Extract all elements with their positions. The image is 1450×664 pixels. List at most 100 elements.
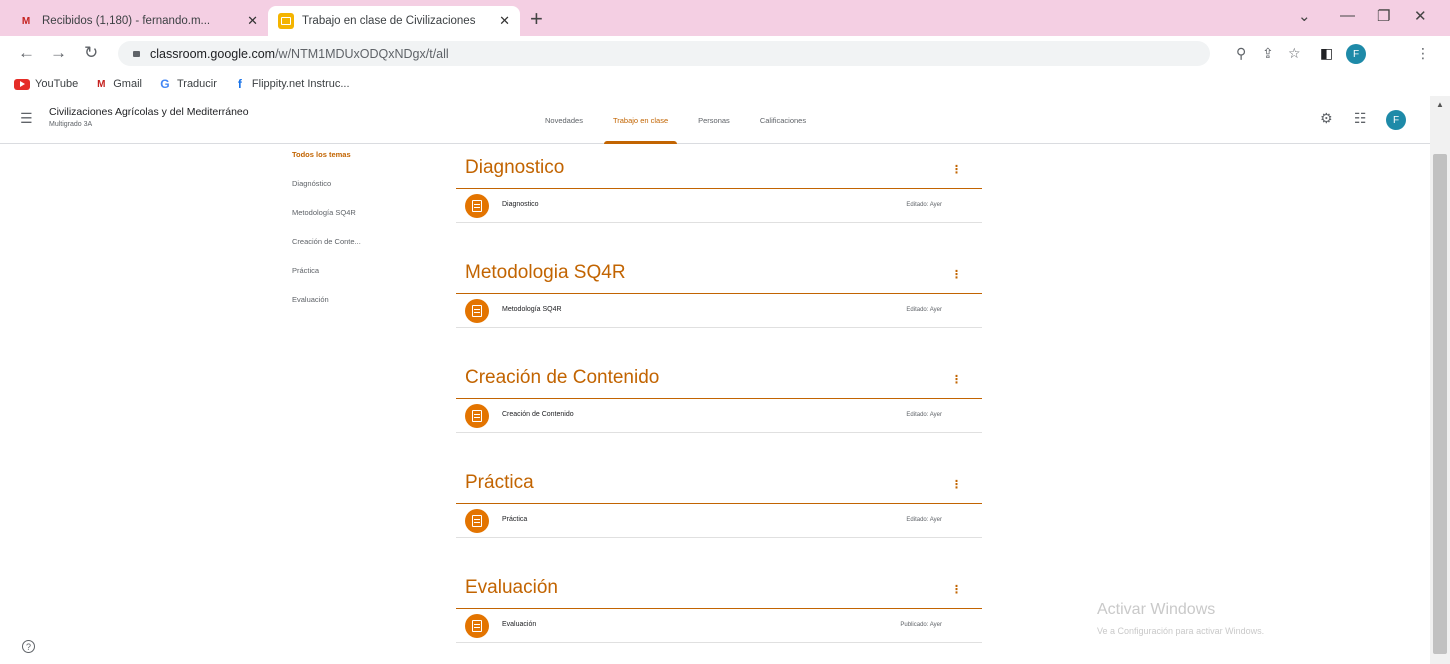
flippity-icon: f [237,77,242,91]
item-status: Editado: Ayer [906,307,942,313]
bookmark-label: Gmail [113,78,142,90]
material-icon [465,614,489,638]
classwork-item[interactable]: Metodología SQ4R Editado: Ayer [456,294,982,328]
tab-title: Trabajo en clase de Civilizaciones [302,15,476,27]
topic-section: Diagnostico ⋮ Diagnostico Editado: Ayer [456,153,982,223]
browser-tab-strip: M Recibidos (1,180) - fernando.m... ✕ Tr… [0,0,1450,36]
tab-calificaciones[interactable]: Calificaciones [745,96,821,144]
classwork-item[interactable]: Evaluación Publicado: Ayer [456,609,982,643]
tab-personas[interactable]: Personas [683,96,745,144]
windows-activation-subtitle: Ve a Configuración para activar Windows. [1097,626,1265,636]
topic-section: Metodologia SQ4R ⋮ Metodología SQ4R Edit… [456,258,982,328]
topic-nav-diagnostico[interactable]: Diagnóstico [292,179,361,208]
apps-grid-icon[interactable]: ☷ [1354,110,1367,127]
topic-section: Práctica ⋮ Práctica Editado: Ayer [456,468,982,538]
tab-title: Recibidos (1,180) - fernando.m... [42,15,211,27]
topic-title[interactable]: Creación de Contenido [465,367,659,389]
item-title: Diagnostico [502,201,539,208]
google-translate-icon: G [160,77,170,91]
topic-nav-metodologia[interactable]: Metodología SQ4R [292,208,361,237]
class-name[interactable]: Civilizaciones Agrícolas y del Mediterrá… [49,106,249,118]
topic-nav-creacion[interactable]: Creación de Conte... [292,237,361,266]
classroom-icon [278,13,294,29]
bookmark-youtube[interactable]: YouTube [14,78,78,90]
classwork-item[interactable]: Diagnostico Editado: Ayer [456,189,982,223]
bookmark-label: Flippity.net Instruc... [251,78,350,90]
close-window-icon[interactable]: ✕ [1414,7,1427,25]
topic-section: Evaluación ⋮ Evaluación Publicado: Ayer [456,573,982,643]
classwork-item[interactable]: Práctica Editado: Ayer [456,504,982,538]
topic-nav-evaluacion[interactable]: Evaluación [292,295,361,324]
material-icon [465,404,489,428]
windows-activation-title: Activar Windows [1097,601,1216,618]
side-panel-icon[interactable]: ◧ [1320,45,1333,62]
help-icon[interactable]: ? [22,640,35,653]
topic-nav-all[interactable]: Todos los temas [292,150,361,179]
scroll-thumb[interactable] [1433,154,1447,654]
user-avatar[interactable]: F [1386,110,1406,130]
bookmark-gmail[interactable]: M Gmail [94,77,142,91]
item-status: Editado: Ayer [906,412,942,418]
topic-header: Diagnostico ⋮ [456,153,982,189]
material-icon [465,194,489,218]
topic-title[interactable]: Evaluación [465,577,558,599]
more-options-icon[interactable]: ⋮ [951,268,962,281]
topic-section: Creación de Contenido ⋮ Creación de Cont… [456,363,982,433]
url-path: /w/NTM1MDUxODQxNDgx/t/all [275,46,449,61]
class-section: Multigrado 3A [49,121,93,128]
bookmark-traducir[interactable]: G Traducir [158,77,217,91]
topic-nav-practica[interactable]: Práctica [292,266,361,295]
tab-novedades[interactable]: Novedades [530,96,598,144]
topic-header: Evaluación ⋮ [456,573,982,609]
more-options-icon[interactable]: ⋮ [951,373,962,386]
class-nav-tabs: Novedades Trabajo en clase Personas Cali… [530,96,821,144]
browser-tab-gmail[interactable]: M Recibidos (1,180) - fernando.m... ✕ [8,6,268,36]
bookmark-star-icon[interactable]: ☆ [1288,45,1301,62]
close-tab-icon[interactable]: ✕ [247,13,258,29]
classroom-header: ☰ Civilizaciones Agrícolas y del Mediter… [0,96,1430,144]
topic-title[interactable]: Metodologia SQ4R [465,262,626,284]
page-scrollbar[interactable]: ▲ [1430,96,1450,664]
classwork-item[interactable]: Creación de Contenido Editado: Ayer [456,399,982,433]
topic-title[interactable]: Práctica [465,472,534,494]
bookmark-label: YouTube [35,78,79,90]
browser-menu-icon[interactable]: ⋮ [1416,45,1430,62]
bookmarks-bar: YouTube M Gmail G Traducir f Flippity.ne… [0,72,1450,96]
forward-icon[interactable]: → [50,44,67,62]
bookmark-flippity[interactable]: f Flippity.net Instruc... [233,77,350,91]
tab-search-icon[interactable]: ⌄ [1298,7,1311,25]
tab-trabajo-en-clase[interactable]: Trabajo en clase [598,96,683,144]
main-menu-icon[interactable]: ☰ [20,110,33,127]
item-title: Práctica [502,516,528,523]
material-icon [465,299,489,323]
zoom-icon[interactable]: ⚲ [1236,45,1246,62]
close-tab-icon[interactable]: ✕ [499,13,510,29]
back-icon[interactable]: ← [18,44,35,62]
new-tab-icon[interactable]: + [530,8,543,30]
item-status: Publicado: Ayer [900,622,942,628]
item-title: Creación de Contenido [502,411,574,418]
item-title: Evaluación [502,621,537,628]
item-status: Editado: Ayer [906,517,942,523]
browser-profile-avatar[interactable]: F [1346,44,1366,64]
share-icon[interactable]: ⇪ [1262,45,1274,62]
restore-icon[interactable]: ❐ [1377,7,1390,25]
material-icon [465,509,489,533]
browser-toolbar: ← → ↻ classroom.google.com/w/NTM1MDUxODQ… [0,36,1450,72]
reload-icon[interactable]: ↻ [84,44,98,62]
minimize-icon[interactable]: — [1340,7,1355,24]
scroll-up-icon[interactable]: ▲ [1436,100,1444,109]
url-host: classroom.google.com [150,46,276,61]
topic-header: Práctica ⋮ [456,468,982,504]
more-options-icon[interactable]: ⋮ [951,583,962,596]
browser-tab-classroom[interactable]: Trabajo en clase de Civilizaciones ✕ [268,6,520,36]
item-title: Metodología SQ4R [502,306,562,313]
more-options-icon[interactable]: ⋮ [951,478,962,491]
youtube-icon [14,78,30,90]
bookmark-label: Traducir [176,78,217,90]
settings-icon[interactable]: ⚙ [1320,110,1333,127]
more-options-icon[interactable]: ⋮ [951,163,962,176]
address-bar[interactable]: classroom.google.com/w/NTM1MDUxODQxNDgx/… [118,41,1210,66]
topic-header: Creación de Contenido ⋮ [456,363,982,399]
topic-title[interactable]: Diagnostico [465,157,564,179]
